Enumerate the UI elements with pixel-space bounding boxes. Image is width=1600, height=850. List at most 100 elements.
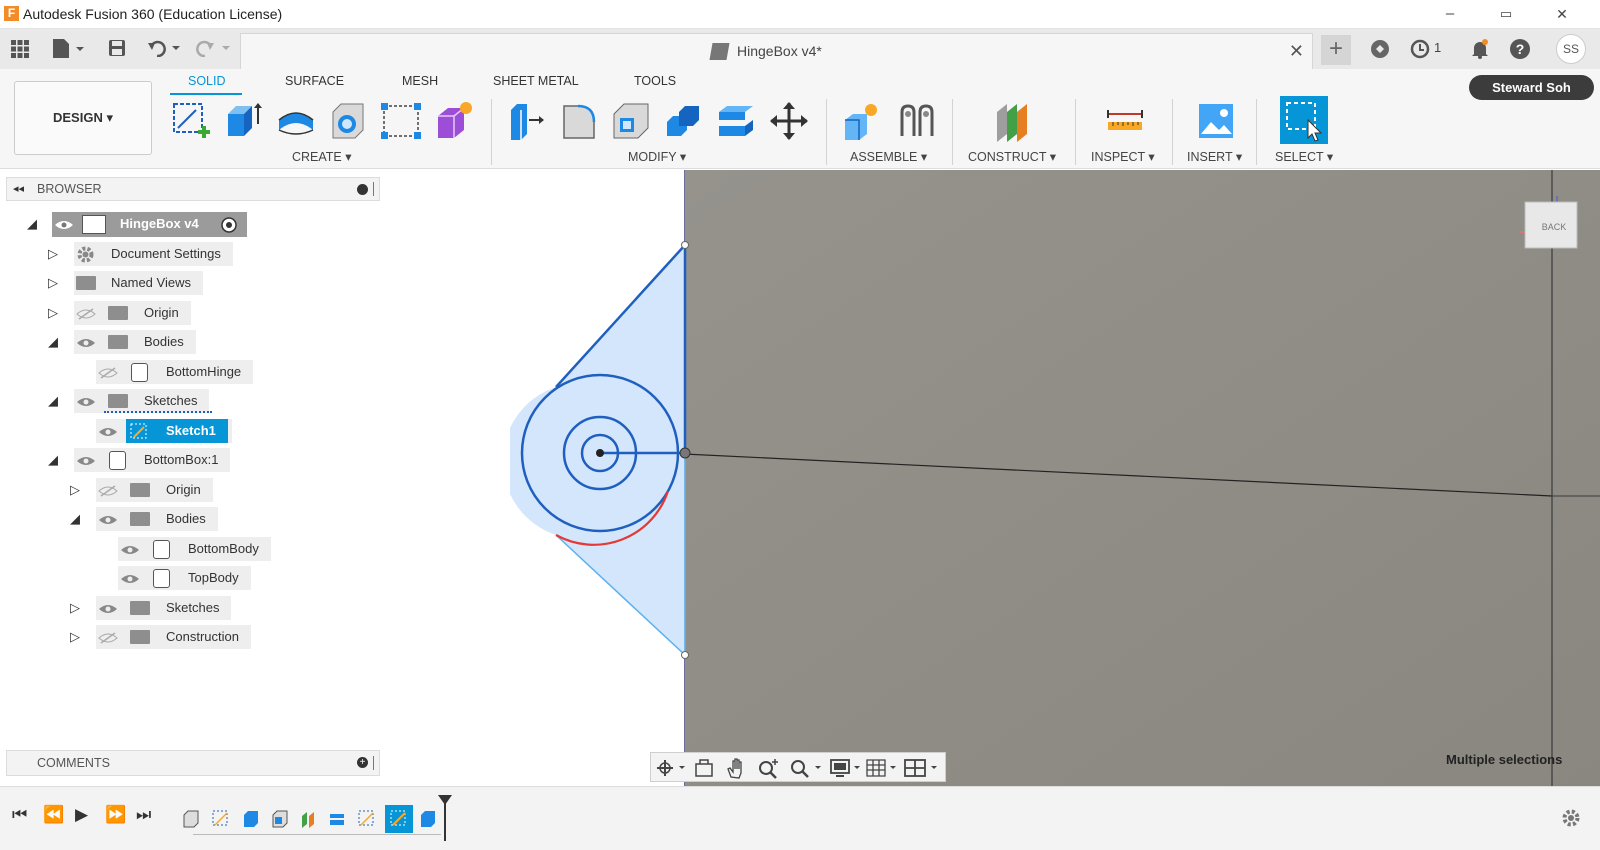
create-group-label[interactable]: CREATE ▾ xyxy=(292,149,352,164)
visibility-eye-icon[interactable] xyxy=(98,426,118,438)
tab-tools[interactable]: TOOLS xyxy=(634,74,676,88)
tree-row-document-settings[interactable]: ▷ Document Settings xyxy=(0,242,376,270)
collapse-triangle-icon[interactable]: ◢ xyxy=(27,216,37,232)
visibility-eye-icon[interactable] xyxy=(76,396,96,408)
extrude-icon[interactable] xyxy=(222,100,264,142)
new-tab-plus-icon[interactable]: + xyxy=(1321,35,1351,65)
data-panel-icon[interactable] xyxy=(11,40,29,58)
tree-row-origin-nested[interactable]: ▷ Origin xyxy=(0,478,376,506)
tree-row-bodies[interactable]: ◢ Bodies xyxy=(0,330,376,358)
insert-group-label[interactable]: INSERT ▾ xyxy=(1187,149,1242,164)
create-sketch-icon[interactable] xyxy=(170,100,212,142)
press-pull-icon[interactable] xyxy=(505,100,547,142)
tab-sheet-metal[interactable]: SHEET METAL xyxy=(493,74,579,88)
create-form-icon[interactable] xyxy=(432,100,474,142)
collapse-triangle-icon[interactable]: ◢ xyxy=(48,393,58,409)
revolve-icon[interactable] xyxy=(275,100,317,142)
tab-mesh[interactable]: MESH xyxy=(402,74,438,88)
construct-group-label[interactable]: CONSTRUCT ▾ xyxy=(968,149,1056,164)
orbit-icon[interactable] xyxy=(655,758,687,778)
tree-row-named-views[interactable]: ▷ Named Views xyxy=(0,271,376,299)
insert-image-icon[interactable] xyxy=(1195,100,1237,142)
pattern-icon[interactable] xyxy=(380,100,422,142)
user-name-badge[interactable]: Steward Soh xyxy=(1469,75,1594,100)
tab-solid[interactable]: SOLID xyxy=(188,74,226,88)
timeline-feature-sketch-icon[interactable] xyxy=(211,809,231,829)
workspace-switcher[interactable]: DESIGN ▾ xyxy=(14,81,152,155)
go-to-start-icon[interactable]: ⏮ xyxy=(12,805,27,825)
collapse-triangle-icon[interactable]: ◢ xyxy=(70,511,80,527)
collapse-triangle-icon[interactable]: ◢ xyxy=(48,334,58,350)
offset-plane-icon[interactable] xyxy=(991,100,1033,142)
collapse-triangle-icon[interactable]: ◢ xyxy=(48,452,58,468)
job-status-icon[interactable] xyxy=(1410,39,1430,59)
expand-triangle-icon[interactable]: ▷ xyxy=(70,629,80,645)
viewport-canvas[interactable]: BACK Multiple selections xyxy=(684,170,1600,786)
timeline-feature-body-icon[interactable] xyxy=(418,809,438,829)
fillet-icon[interactable] xyxy=(558,100,600,142)
tree-row-bottombox[interactable]: ◢ BottomBox:1 xyxy=(0,448,376,476)
timeline-feature-shell-icon[interactable] xyxy=(270,809,290,829)
add-comment-icon[interactable]: + xyxy=(357,757,368,768)
timeline-feature-selected[interactable] xyxy=(385,805,413,833)
hidden-eye-icon[interactable] xyxy=(98,632,118,644)
visibility-eye-icon[interactable] xyxy=(54,219,74,231)
visibility-eye-icon[interactable] xyxy=(98,603,118,615)
visibility-eye-icon[interactable] xyxy=(76,455,96,467)
look-at-icon[interactable] xyxy=(693,758,715,778)
expand-triangle-icon[interactable]: ▷ xyxy=(48,275,58,291)
save-icon[interactable] xyxy=(108,39,126,57)
tree-row-bottom-hinge[interactable]: BottomHinge xyxy=(0,360,376,388)
close-window-button[interactable]: ✕ xyxy=(1552,4,1572,24)
hidden-eye-icon[interactable] xyxy=(98,367,118,379)
user-avatar[interactable]: SS xyxy=(1556,34,1586,64)
visibility-eye-icon[interactable] xyxy=(120,544,140,556)
file-menu-icon[interactable] xyxy=(52,38,84,60)
sketch-point[interactable] xyxy=(681,651,689,659)
sketch-profile[interactable] xyxy=(510,235,696,675)
select-group-label[interactable]: SELECT ▾ xyxy=(1275,149,1333,164)
comments-panel[interactable]: COMMENTS + xyxy=(6,750,380,776)
document-tab[interactable]: HingeBox v4* ✕ xyxy=(240,33,1313,69)
timeline-feature-plane-icon[interactable] xyxy=(299,809,319,829)
measure-icon[interactable] xyxy=(1104,100,1146,142)
timeline-feature-sketch-icon[interactable] xyxy=(357,809,377,829)
tree-row-top-body[interactable]: TopBody xyxy=(0,566,376,594)
viewports-icon[interactable] xyxy=(903,757,941,779)
tree-row-root[interactable]: ◢ HingeBox v4 xyxy=(0,212,376,240)
panel-pin-icon[interactable] xyxy=(373,182,374,196)
combine-icon[interactable] xyxy=(663,100,705,142)
tree-row-construction[interactable]: ▷ Construction xyxy=(0,625,376,653)
extensions-icon[interactable] xyxy=(1370,39,1390,59)
timeline-feature-body-icon[interactable] xyxy=(181,809,201,829)
zoom-window-icon[interactable] xyxy=(789,757,823,779)
redo-icon[interactable] xyxy=(196,39,232,57)
move-copy-icon[interactable] xyxy=(768,100,810,142)
zoom-icon[interactable] xyxy=(757,757,781,779)
close-tab-button[interactable]: ✕ xyxy=(1289,41,1304,62)
tree-row-origin[interactable]: ▷ Origin xyxy=(0,301,376,329)
inspect-group-label[interactable]: INSPECT ▾ xyxy=(1091,149,1155,164)
play-icon[interactable]: ▶ xyxy=(75,805,88,825)
notifications-bell-icon[interactable] xyxy=(1470,39,1490,59)
pan-hand-icon[interactable] xyxy=(725,757,747,779)
tree-row-sketches[interactable]: ◢ Sketches xyxy=(0,389,376,417)
hidden-eye-icon[interactable] xyxy=(76,308,96,320)
timeline-feature-extrude-icon[interactable] xyxy=(241,809,261,829)
viewcube[interactable]: BACK xyxy=(1500,190,1590,260)
joint-icon[interactable] xyxy=(896,100,938,142)
visibility-eye-icon[interactable] xyxy=(120,573,140,585)
tree-row-bottom-body[interactable]: BottomBody xyxy=(0,537,376,565)
hole-icon[interactable] xyxy=(327,100,369,142)
visibility-eye-icon[interactable] xyxy=(76,337,96,349)
browser-minimize-icon[interactable] xyxy=(357,184,368,195)
panel-pin-icon[interactable] xyxy=(373,756,374,770)
visibility-eye-icon[interactable] xyxy=(98,514,118,526)
sketch-point[interactable] xyxy=(681,241,689,249)
tree-row-bodies-nested[interactable]: ◢ Bodies xyxy=(0,507,376,535)
sketch-center-point[interactable] xyxy=(596,449,604,457)
modify-group-label[interactable]: MODIFY ▾ xyxy=(628,149,686,164)
tab-surface[interactable]: SURFACE xyxy=(285,74,344,88)
assemble-group-label[interactable]: ASSEMBLE ▾ xyxy=(850,149,927,164)
expand-triangle-icon[interactable]: ▷ xyxy=(48,246,58,262)
